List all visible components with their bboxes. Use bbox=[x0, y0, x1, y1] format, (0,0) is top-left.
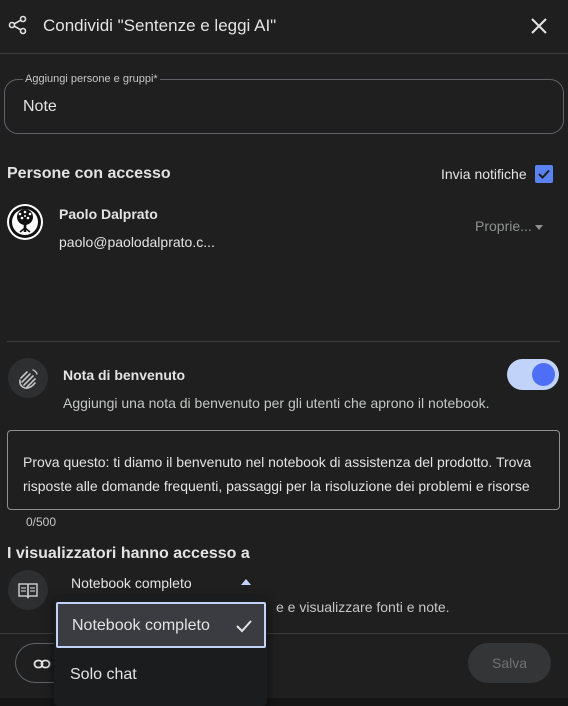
dropdown-option-solo-chat[interactable]: Solo chat bbox=[56, 652, 266, 696]
person-name: Paolo Dalprato bbox=[59, 206, 158, 222]
welcome-toggle[interactable] bbox=[507, 359, 559, 390]
toggle-knob bbox=[532, 363, 555, 386]
welcome-text: Prova questo: ti diamo il benvenuto nel … bbox=[23, 454, 532, 494]
dialog-title: Condividi "Sentenze e leggi AI" bbox=[43, 16, 277, 35]
close-icon[interactable] bbox=[528, 15, 550, 37]
dropdown-option-label: Notebook completo bbox=[72, 617, 210, 634]
share-icon bbox=[8, 15, 27, 35]
book-icon-wrapper bbox=[8, 570, 48, 610]
character-counter: 0/500 bbox=[26, 515, 57, 529]
role-select[interactable]: Proprie... bbox=[475, 218, 543, 234]
access-level-select[interactable]: Notebook completo bbox=[71, 575, 192, 591]
add-people-label: Aggiungi persone e gruppi* bbox=[23, 73, 160, 85]
add-people-input[interactable]: Note bbox=[23, 98, 57, 116]
access-section-title: Persone con accesso bbox=[7, 165, 171, 182]
dropdown-option-label: Solo chat bbox=[70, 666, 137, 683]
access-description: e e visualizzare fonti e note. bbox=[276, 599, 450, 615]
divider bbox=[7, 341, 560, 342]
access-dropdown-menu: Notebook completo Solo chat bbox=[54, 596, 267, 706]
book-icon bbox=[18, 583, 38, 599]
save-button[interactable]: Salva bbox=[468, 643, 551, 683]
add-people-field[interactable]: Aggiungi persone e gruppi* Note bbox=[4, 73, 564, 134]
welcome-text-area[interactable]: Prova questo: ti diamo il benvenuto nel … bbox=[7, 430, 560, 510]
wave-hand-icon-wrapper bbox=[8, 358, 48, 398]
welcome-title: Nota di benvenuto bbox=[63, 367, 186, 383]
caret-down-icon bbox=[534, 224, 543, 230]
dropdown-option-notebook-completo[interactable]: Notebook completo bbox=[56, 602, 266, 648]
role-label: Proprie... bbox=[475, 218, 532, 234]
wave-hand-icon bbox=[19, 369, 38, 389]
tree-logo-icon bbox=[9, 206, 41, 238]
person-email: paolo@paolodalprato.c... bbox=[59, 234, 215, 250]
notify-label: Invia notifiche bbox=[441, 166, 527, 182]
dialog-header: Condividi "Sentenze e leggi AI" bbox=[0, 0, 568, 54]
link-icon bbox=[33, 659, 51, 669]
caret-up-icon[interactable] bbox=[241, 579, 251, 585]
avatar bbox=[7, 204, 43, 240]
viewers-section-title: I visualizzatori hanno accesso a bbox=[7, 545, 250, 562]
check-icon bbox=[538, 169, 550, 179]
welcome-description: Aggiungi una nota di benvenuto per gli u… bbox=[63, 395, 490, 411]
checkmark-icon bbox=[236, 620, 252, 633]
notify-checkbox[interactable] bbox=[535, 165, 553, 183]
